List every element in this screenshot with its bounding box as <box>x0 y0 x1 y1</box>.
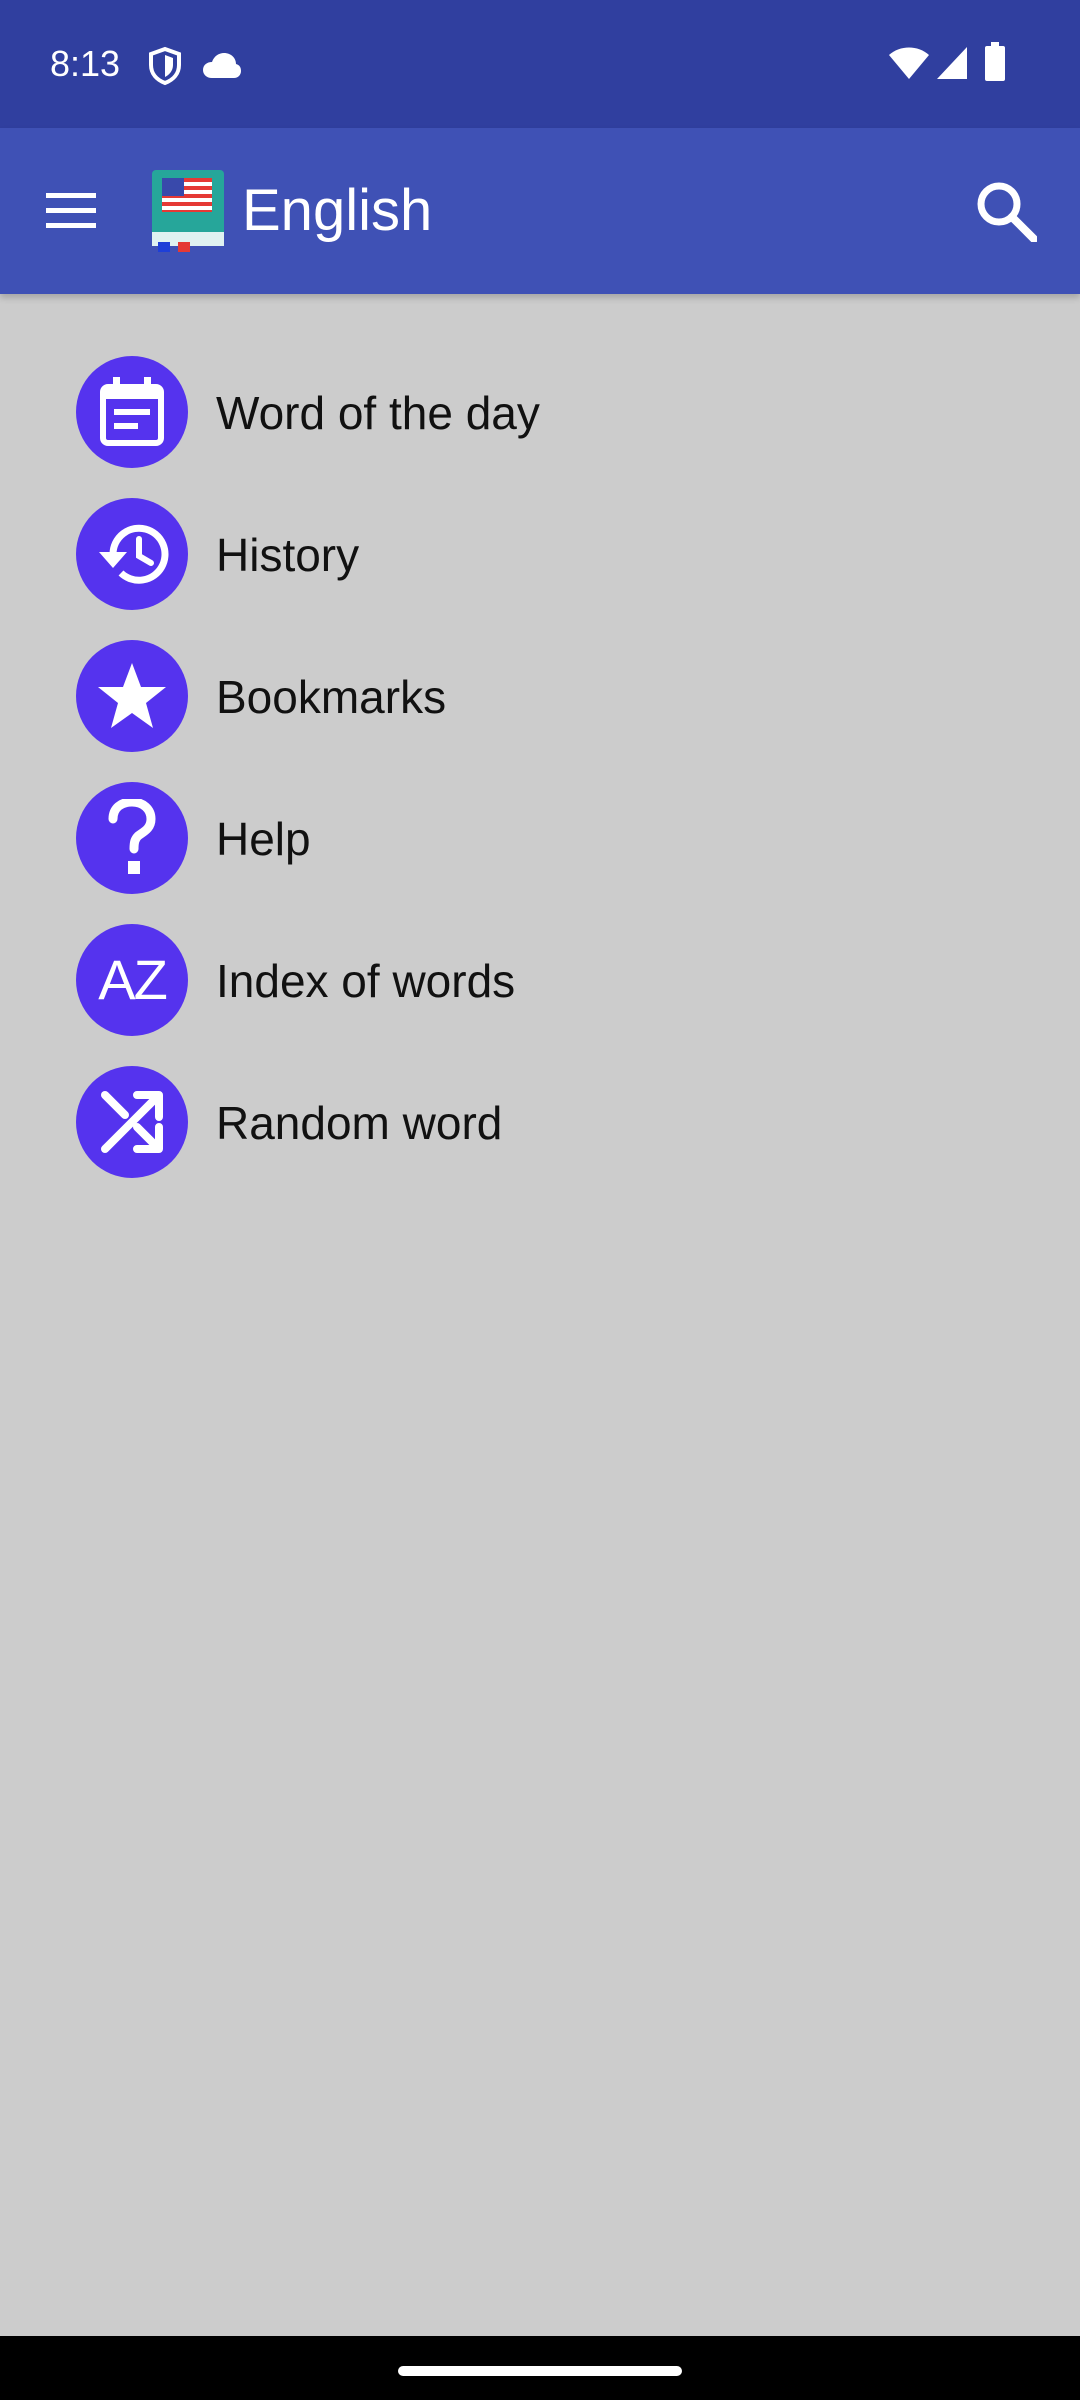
help-icon <box>76 782 188 894</box>
dictionary-book-flag-icon <box>152 170 224 252</box>
menu-item-label: Random word <box>216 1097 503 1149</box>
menu-item-bookmarks[interactable]: Bookmarks <box>0 626 1080 766</box>
signal-icon <box>937 47 967 79</box>
shuffle-icon <box>76 1066 188 1178</box>
search-icon <box>977 182 1037 242</box>
menu-item-label: Bookmarks <box>216 671 447 723</box>
search-button[interactable] <box>958 163 1054 259</box>
menu-item-random-word[interactable]: Random word <box>0 1052 1080 1192</box>
cloud-icon <box>203 53 241 78</box>
app-bar: English <box>0 128 1080 294</box>
shield-icon <box>149 46 181 86</box>
menu-item-help[interactable]: Help <box>0 768 1080 908</box>
hamburger-menu-icon <box>46 193 96 228</box>
navigation-menu-button[interactable] <box>24 163 120 259</box>
history-icon <box>76 498 188 610</box>
menu-item-label: Word of the day <box>216 387 540 439</box>
battery-icon <box>985 42 1005 81</box>
menu-item-label: Index of words <box>216 955 516 1007</box>
calendar-icon <box>76 356 188 468</box>
app-title: English <box>242 178 433 243</box>
menu-item-history[interactable]: History <box>0 484 1080 624</box>
status-time: 8:13 <box>50 43 121 84</box>
status-bar: 8:13 <box>0 0 1080 128</box>
menu-item-word-of-the-day[interactable]: Word of the day <box>0 342 1080 482</box>
az-icon-text: AZ <box>98 948 168 1011</box>
menu-item-label: History <box>216 529 360 581</box>
star-icon <box>76 640 188 752</box>
wifi-icon <box>889 47 929 79</box>
az-index-icon: AZ <box>76 924 188 1036</box>
system-navigation-bar <box>0 2336 1080 2400</box>
menu-item-index-of-words[interactable]: AZ Index of words <box>0 910 1080 1050</box>
menu-item-label: Help <box>216 813 311 865</box>
home-gesture-handle[interactable] <box>398 2366 682 2376</box>
